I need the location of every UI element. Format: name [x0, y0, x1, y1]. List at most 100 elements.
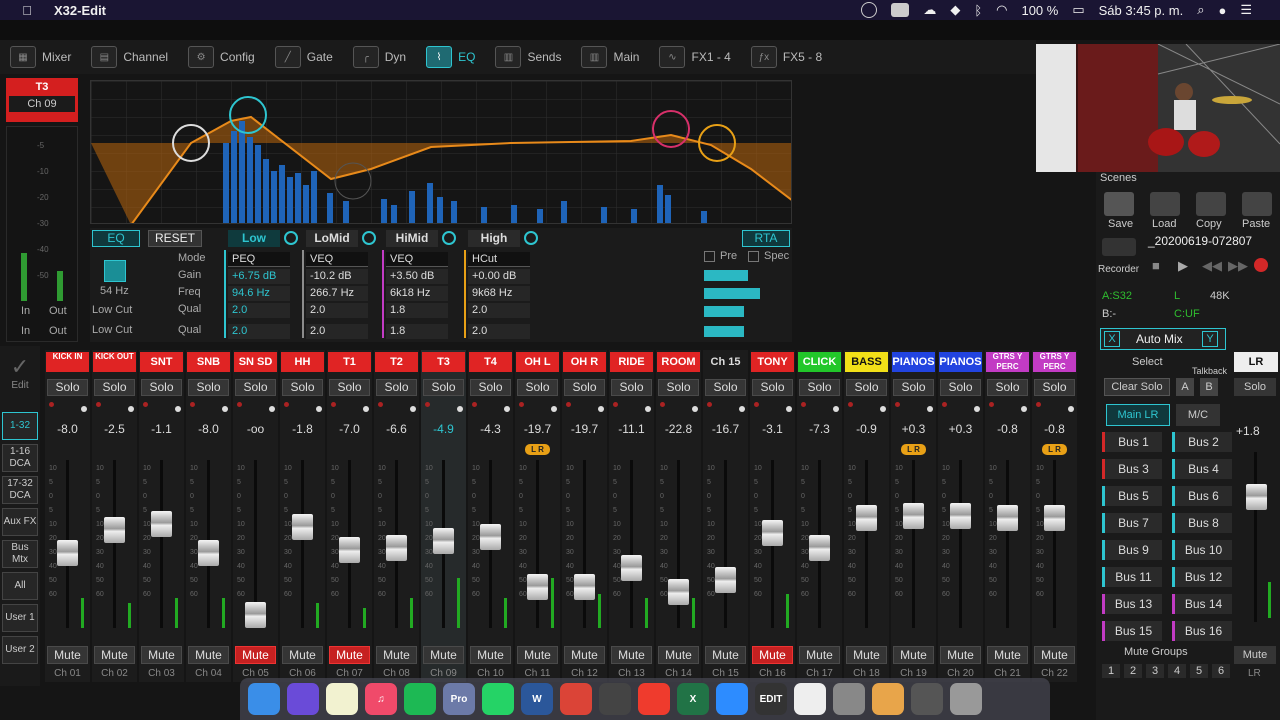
talkback-b-button[interactable]: B: [1200, 378, 1218, 396]
lr-strip-name[interactable]: LR: [1234, 352, 1278, 372]
strip-name[interactable]: T4: [469, 352, 512, 372]
band-q2-value[interactable]: 2.0: [468, 324, 530, 339]
chrome-icon[interactable]: [560, 683, 592, 715]
bus-6-button[interactable]: Bus 6: [1172, 486, 1232, 506]
mute-button[interactable]: Mute: [423, 646, 464, 664]
dropbox-icon[interactable]: ◆: [950, 2, 960, 18]
solo-button[interactable]: Solo: [658, 379, 699, 396]
lowcut-icon[interactable]: [104, 260, 126, 282]
eq-graph[interactable]: [90, 80, 792, 224]
bluetooth-icon[interactable]: ᛒ: [974, 3, 982, 18]
strip-name[interactable]: OH R: [563, 352, 606, 372]
band-power-icon[interactable]: [284, 231, 298, 245]
solo-button[interactable]: Solo: [282, 379, 323, 396]
strip-name[interactable]: T2: [375, 352, 418, 372]
mute-button[interactable]: Mute: [705, 646, 746, 664]
talkback-a-button[interactable]: A: [1176, 378, 1194, 396]
load-scene-icon[interactable]: [1150, 192, 1180, 216]
tab-main[interactable]: ▥ Main: [571, 42, 649, 72]
fader-cap[interactable]: [997, 505, 1018, 532]
save-scene-icon[interactable]: [1104, 192, 1134, 216]
mute-button[interactable]: Mute: [1034, 646, 1075, 664]
eq-band-lomid-header[interactable]: LoMid: [306, 230, 358, 247]
lr-fader-cap[interactable]: [1246, 484, 1267, 510]
strip-name[interactable]: RIDE: [610, 352, 653, 372]
bus-2-button[interactable]: Bus 2: [1172, 432, 1232, 452]
mute-button[interactable]: Mute: [94, 646, 135, 664]
band-q-value[interactable]: 2.0: [468, 303, 530, 318]
solo-button[interactable]: Solo: [423, 379, 464, 396]
fader-cap[interactable]: [198, 539, 219, 566]
bus-5-button[interactable]: Bus 5: [1102, 486, 1162, 506]
band-mode-value[interactable]: HCut: [468, 252, 530, 267]
wifi-icon[interactable]: ◠: [996, 2, 1007, 18]
band-mode-value[interactable]: VEQ: [306, 252, 368, 267]
tab-dyn[interactable]: ╭ Dyn: [343, 42, 416, 72]
rec-play-icon[interactable]: ▶: [1178, 258, 1188, 274]
solo-button[interactable]: Solo: [799, 379, 840, 396]
finder-icon[interactable]: [248, 683, 280, 715]
fader-cap[interactable]: [715, 566, 736, 593]
solo-button[interactable]: Solo: [940, 379, 981, 396]
mute-button[interactable]: Mute: [47, 646, 88, 664]
eq-reset-button[interactable]: RESET: [148, 230, 202, 247]
rec-rewind-icon[interactable]: ◀◀: [1202, 258, 1222, 274]
tab-fx1-4[interactable]: ∿ FX1 - 4: [649, 42, 740, 72]
solo-button[interactable]: Solo: [846, 379, 887, 396]
band-q-value[interactable]: 2.0: [306, 303, 368, 318]
layer-1-32-button[interactable]: 1-32: [2, 412, 38, 440]
fader-cap[interactable]: [386, 535, 407, 562]
rec-record-icon[interactable]: [1254, 258, 1268, 272]
fader-cap[interactable]: [903, 502, 924, 529]
solo-button[interactable]: Solo: [893, 379, 934, 396]
bus-7-button[interactable]: Bus 7: [1102, 513, 1162, 533]
spec-checkbox[interactable]: [748, 251, 759, 262]
band-freq-value[interactable]: 94.6 Hz: [228, 286, 290, 301]
solo-button[interactable]: Solo: [705, 379, 746, 396]
spotlight-icon[interactable]: ⌕: [1197, 2, 1204, 18]
tab-fx5-8[interactable]: ƒx FX5 - 8: [741, 42, 832, 72]
strip-name[interactable]: SN SD: [234, 352, 277, 372]
notes-icon[interactable]: [326, 683, 358, 715]
band-power-icon[interactable]: [362, 231, 376, 245]
band-power-icon[interactable]: [442, 231, 456, 245]
creative-cloud-icon[interactable]: ☁: [923, 2, 936, 18]
strip-name[interactable]: OH L: [516, 352, 559, 372]
eq-band-himid-header[interactable]: HiMid: [386, 230, 438, 247]
solo-button[interactable]: Solo: [188, 379, 229, 396]
fader-cap[interactable]: [574, 573, 595, 600]
pinterest-icon[interactable]: [794, 683, 826, 715]
solo-button[interactable]: Solo: [329, 379, 370, 396]
bus-9-button[interactable]: Bus 9: [1102, 540, 1162, 560]
eq-band-low-header[interactable]: Low: [228, 230, 280, 247]
solo-button[interactable]: Solo: [1034, 379, 1075, 396]
whatsapp-icon[interactable]: [482, 683, 514, 715]
band-freq-value[interactable]: 9k68 Hz: [468, 286, 530, 301]
tab-config[interactable]: ⚙ Config: [178, 42, 265, 72]
mute-button[interactable]: Mute: [329, 646, 370, 664]
mute-button[interactable]: Mute: [940, 646, 981, 664]
bus-10-button[interactable]: Bus 10: [1172, 540, 1232, 560]
strip-name[interactable]: PIANOS: [939, 352, 982, 372]
fader-cap[interactable]: [433, 528, 454, 555]
battery-text[interactable]: 100 %: [1021, 3, 1058, 18]
tab-sends[interactable]: ▥ Sends: [485, 42, 571, 72]
selected-channel-badge[interactable]: T3 Ch 09: [6, 78, 78, 122]
solo-button[interactable]: Solo: [94, 379, 135, 396]
strip-name[interactable]: SNB: [187, 352, 230, 372]
strip-name[interactable]: KICK OUT: [93, 352, 136, 372]
x32edit-icon[interactable]: EDIT: [755, 683, 787, 715]
mute-group-3-button[interactable]: 3: [1146, 664, 1164, 678]
rta-button[interactable]: RTA: [742, 230, 790, 247]
strip-name[interactable]: CLICK: [798, 352, 841, 372]
strip-name[interactable]: T1: [328, 352, 371, 372]
strip-name[interactable]: KICK IN: [46, 352, 89, 372]
fader-cap[interactable]: [245, 602, 266, 628]
solo-button[interactable]: Solo: [235, 379, 276, 396]
automix-x-button[interactable]: X: [1104, 331, 1120, 347]
word-icon[interactable]: W: [521, 683, 553, 715]
fader-cap[interactable]: [762, 519, 783, 546]
mute-button[interactable]: Mute: [564, 646, 605, 664]
zoom-icon[interactable]: [716, 683, 748, 715]
fader-cap[interactable]: [950, 502, 971, 529]
